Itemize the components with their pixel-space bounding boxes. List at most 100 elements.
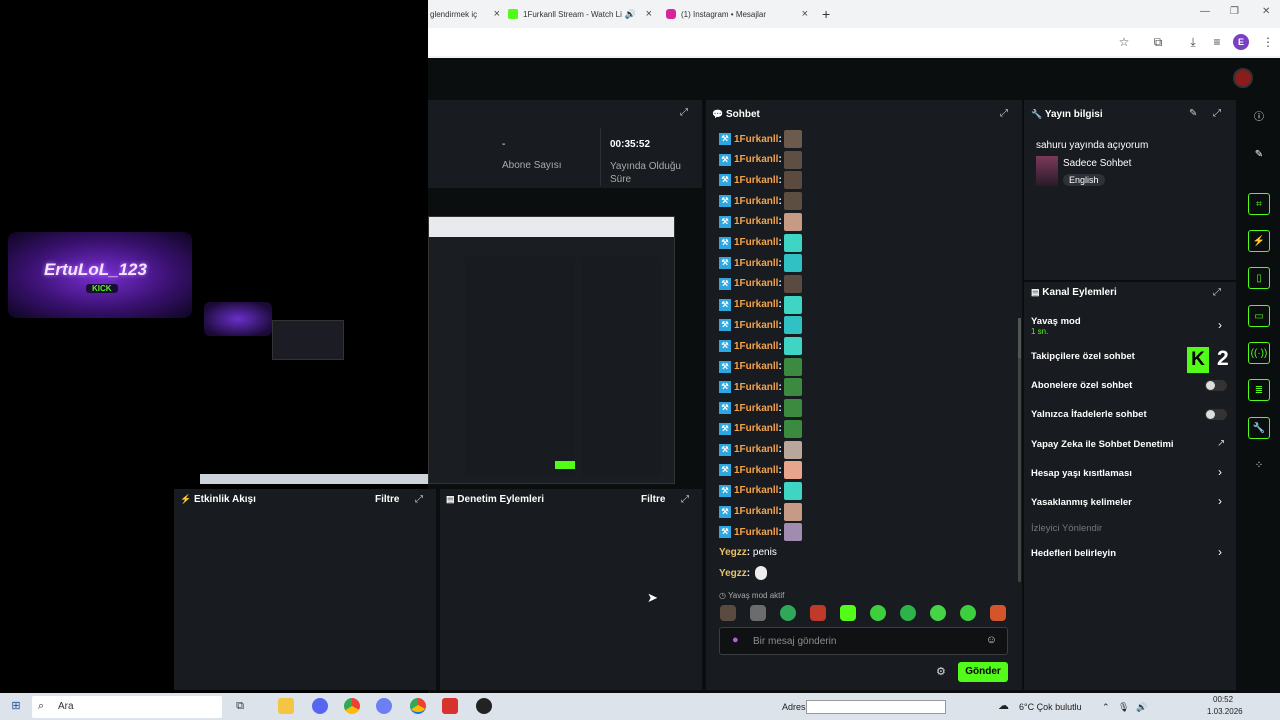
discord-icon[interactable]	[312, 698, 328, 714]
chat-username[interactable]: 1Furkanll	[734, 506, 778, 517]
emote-button[interactable]	[840, 605, 856, 621]
category-name[interactable]: Sadece Sohbet	[1063, 158, 1131, 169]
expand-icon[interactable]: ⤢	[680, 107, 688, 118]
maximize-icon[interactable]: ❐	[1230, 6, 1239, 17]
chrome-active-icon[interactable]	[410, 698, 426, 714]
tray-chevron-icon[interactable]: ⌃	[1102, 702, 1110, 713]
emote-button[interactable]	[780, 605, 796, 621]
wrench-icon[interactable]: 🔧	[1248, 417, 1270, 439]
popout-icon[interactable]: ⤢	[1213, 108, 1221, 119]
emote-button[interactable]	[900, 605, 916, 621]
emote-button[interactable]	[750, 605, 766, 621]
info-icon[interactable]: ⓘ	[1248, 107, 1270, 129]
banned-words-setting[interactable]: Yasaklanmış kelimeler	[1031, 497, 1132, 508]
chat-username[interactable]: 1Furkanll	[734, 299, 778, 310]
chat-settings-icon[interactable]: ⚙	[936, 665, 946, 678]
emote-button[interactable]	[870, 605, 886, 621]
task-view-icon[interactable]: ⧉	[232, 698, 248, 714]
message-icon[interactable]: ▭	[1248, 305, 1270, 327]
volume-icon[interactable]: 🔊	[1136, 702, 1147, 713]
subs-only-toggle[interactable]	[1205, 380, 1227, 391]
ai-moderation-setting[interactable]: Yapay Zeka ile Sohbet Denetimi	[1031, 439, 1174, 450]
slow-mode-setting[interactable]: Yavaş mod	[1031, 316, 1081, 327]
chat-username[interactable]: 1Furkanll	[734, 175, 778, 186]
emote-button[interactable]	[810, 605, 826, 621]
chat-username[interactable]: 1Furkanll	[734, 361, 778, 372]
followers-only-setting[interactable]: Takipçilere özel sohbet	[1031, 351, 1135, 362]
weather[interactable]: 6°C Çok bulutlu	[1019, 702, 1082, 712]
stream-preview[interactable]	[428, 216, 675, 484]
chat-username[interactable]: 1Furkanll	[734, 341, 778, 352]
emotes-only-toggle[interactable]	[1205, 409, 1227, 420]
obs-icon[interactable]	[476, 698, 492, 714]
chat-username[interactable]: 1Furkanll	[734, 423, 778, 434]
chat-username[interactable]: 1Furkanll	[734, 465, 778, 476]
app-icon[interactable]	[376, 698, 392, 714]
tab-previous[interactable]: glendirmek iç ×	[430, 4, 502, 24]
bolt-icon[interactable]: ⚡	[1248, 230, 1270, 252]
emotes-only-setting[interactable]: Yalnızca İfadelerle sohbet	[1031, 409, 1147, 420]
subs-only-setting[interactable]: Abonelere özel sohbet	[1031, 380, 1132, 391]
book-icon[interactable]: ▯	[1248, 267, 1270, 289]
file-explorer-icon[interactable]	[278, 698, 294, 714]
new-tab-button[interactable]: +	[822, 4, 836, 24]
chat-username[interactable]: 1Furkanll	[734, 278, 778, 289]
chat-username[interactable]: 1Furkanll	[734, 527, 778, 538]
clock-date[interactable]: 1.03.2026	[1207, 707, 1243, 716]
clock-time[interactable]: 00:52	[1213, 695, 1233, 704]
chrome-icon[interactable]	[344, 698, 360, 714]
chat-username[interactable]: 1Furkanll	[734, 258, 778, 269]
extensions-icon[interactable]: ⧉	[1150, 34, 1166, 50]
windows-start-icon[interactable]: ⊞	[8, 698, 24, 714]
minimize-icon[interactable]: —	[1200, 6, 1210, 17]
chat-username[interactable]: 1Furkanll	[734, 403, 778, 414]
emote-button[interactable]	[960, 605, 976, 621]
taskbar-search[interactable]: ⌕ Ara	[32, 696, 222, 718]
window-close-icon[interactable]: ✕	[1262, 6, 1270, 17]
popout-icon[interactable]: ⤢	[415, 494, 423, 505]
emote-button[interactable]	[720, 605, 736, 621]
download-icon[interactable]: ⤓	[1185, 34, 1201, 50]
media-app-icon[interactable]	[442, 698, 458, 714]
close-icon[interactable]: ×	[802, 8, 808, 20]
chat-input[interactable]: ● Bir mesaj gönderin ☺	[719, 627, 1008, 655]
external-link-icon[interactable]: ↗	[1217, 438, 1225, 449]
chevron-right-icon[interactable]: ›	[1218, 494, 1222, 508]
activity-filter-button[interactable]: Filtre	[375, 494, 399, 505]
chat-username[interactable]: 1Furkanll	[734, 216, 778, 227]
chat-username[interactable]: 1Furkanll	[734, 382, 778, 393]
user-avatar[interactable]	[1233, 68, 1253, 88]
close-icon[interactable]: ×	[646, 8, 652, 20]
microphone-icon[interactable]: ●	[732, 634, 739, 646]
pencil-icon[interactable]: ✎	[1248, 144, 1270, 166]
address-input[interactable]	[806, 700, 946, 714]
chat-username[interactable]: 1Furkanll	[734, 320, 778, 331]
popout-icon[interactable]: ⤢	[1000, 108, 1008, 119]
chevron-right-icon[interactable]: ›	[1218, 318, 1222, 332]
channel-actions-scrollbar[interactable]	[1018, 318, 1021, 358]
shield-icon[interactable]: ⌗	[1248, 193, 1270, 215]
speaker-icon[interactable]: 🔊	[625, 9, 636, 20]
edit-icon[interactable]: ✎	[1189, 108, 1197, 119]
raid-setting[interactable]: İzleyici Yönlendir	[1031, 523, 1102, 534]
media-icon[interactable]: ≡	[1209, 34, 1225, 50]
chat-username[interactable]: 1Furkanll	[734, 237, 778, 248]
apps-icon[interactable]: ⁘	[1248, 455, 1270, 477]
chat-username[interactable]: 1Furkanll	[734, 134, 778, 145]
menu-icon[interactable]: ⋮	[1260, 34, 1276, 50]
tab-instagram[interactable]: (1) Instagram • Mesajlar ×	[666, 4, 814, 24]
chat-username[interactable]: 1Furkanll	[734, 444, 778, 455]
bookmark-star-icon[interactable]: ☆	[1116, 34, 1132, 50]
broadcast-icon[interactable]: ((·))	[1248, 342, 1270, 364]
send-button[interactable]: Gönder	[958, 662, 1008, 682]
microphone-tray-icon[interactable]: 🎙	[1118, 702, 1129, 713]
chat-username[interactable]: Yegzz	[719, 547, 747, 558]
tab-kick-stream[interactable]: 1Furkanll Stream - Watch Li 🔊 ×	[508, 4, 658, 24]
profile-avatar[interactable]: E	[1233, 34, 1249, 50]
chat-username[interactable]: Yegzz	[719, 568, 747, 579]
chat-username[interactable]: 1Furkanll	[734, 154, 778, 165]
emote-button[interactable]	[930, 605, 946, 621]
moderation-filter-button[interactable]: Filtre	[641, 494, 665, 505]
chat-username[interactable]: 1Furkanll	[734, 485, 778, 496]
account-age-setting[interactable]: Hesap yaşı kısıtlaması	[1031, 468, 1132, 479]
